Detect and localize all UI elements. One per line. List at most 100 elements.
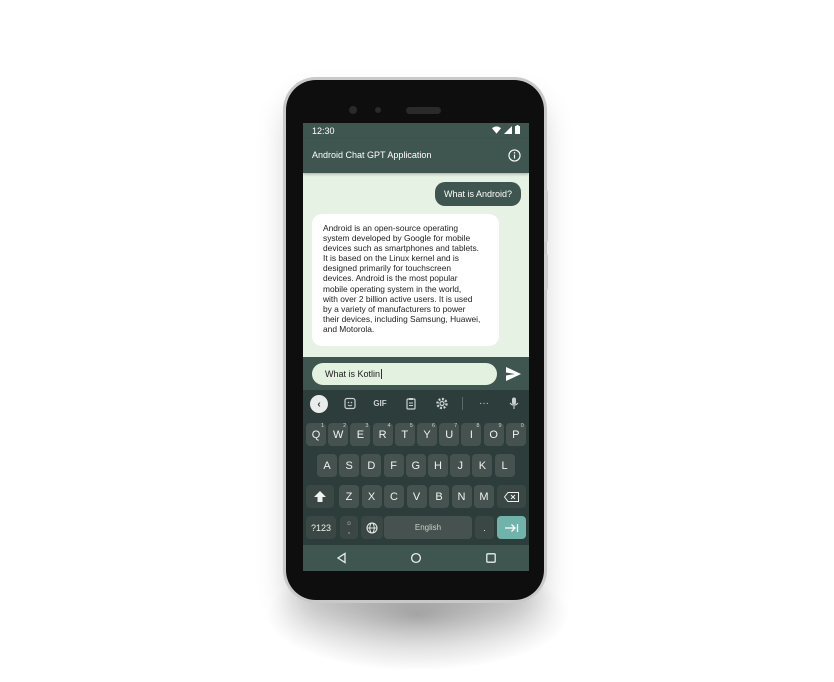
bot-message-bubble: Android is an open-source operating syst… — [312, 214, 499, 346]
key-w[interactable]: W2 — [328, 423, 349, 446]
key-number-hint: 3 — [365, 423, 369, 429]
enter-key[interactable] — [497, 516, 526, 539]
app-title: Android Chat GPT Application — [312, 150, 432, 160]
key-a[interactable]: A — [317, 454, 337, 477]
key-q[interactable]: Q1 — [306, 423, 326, 446]
bot-message-line: devices. Android is the most popular — [323, 273, 458, 284]
globe-icon — [366, 522, 378, 533]
key-c[interactable]: C — [384, 485, 404, 508]
status-bar: 12:30 — [303, 123, 529, 139]
key-label: Q — [311, 428, 321, 441]
recents-icon[interactable] — [485, 552, 497, 564]
key-label: Y — [423, 428, 431, 441]
message-composer: What is Kotlin — [303, 357, 529, 390]
key-label: I — [469, 428, 473, 441]
sticker-icon[interactable] — [343, 396, 357, 411]
key-z[interactable]: Z — [339, 485, 359, 508]
bot-message-line: mobile operating system in the world, — [323, 283, 462, 294]
status-icons — [492, 125, 520, 134]
key-i[interactable]: I8 — [461, 423, 482, 446]
symbols-key[interactable]: ?123 — [306, 516, 336, 539]
key-number-hint: 5 — [409, 423, 413, 429]
key-number-hint: 1 — [320, 423, 324, 429]
navigation-bar — [303, 545, 529, 571]
key-s[interactable]: S — [339, 454, 360, 477]
key-m[interactable]: M — [474, 485, 494, 508]
key-u[interactable]: U7 — [439, 423, 460, 446]
key-number-hint: 2 — [343, 423, 347, 429]
key-t[interactable]: T5 — [394, 423, 415, 446]
keyboard-collapse-button[interactable]: ‹ — [310, 395, 328, 413]
shift-icon — [314, 491, 326, 502]
keyboard-toolbar: ‹ GIF ··· — [303, 390, 529, 417]
key-b[interactable]: B — [429, 485, 449, 508]
emoji-hint-icon: ☺ — [345, 520, 353, 527]
bot-message-line: their devices, including Samsung, Huawei… — [323, 313, 481, 324]
key-o[interactable]: O9 — [483, 423, 504, 446]
gif-button[interactable]: GIF — [370, 396, 390, 411]
more-button[interactable]: ··· — [475, 396, 493, 411]
bot-message-line: system developed by Google for mobile — [323, 233, 471, 244]
language-key[interactable] — [361, 516, 383, 539]
volume-button — [544, 254, 548, 290]
key-number-hint: 0 — [520, 423, 524, 429]
key-y[interactable]: Y6 — [417, 423, 437, 446]
shift-key[interactable] — [306, 485, 334, 508]
key-g[interactable]: G — [405, 454, 426, 477]
key-label: E — [356, 428, 365, 441]
key-k[interactable]: K — [472, 454, 493, 477]
emoji-comma-key[interactable]: ☺ , — [340, 516, 358, 539]
backspace-key[interactable] — [497, 485, 526, 508]
period-key[interactable]: . — [475, 516, 494, 539]
message-input-value: What is Kotlin — [325, 369, 381, 379]
chat-area: What is Android? Android is an open-sour… — [303, 173, 529, 357]
key-l[interactable]: L — [494, 454, 515, 477]
signal-icon — [504, 125, 512, 134]
front-camera — [349, 106, 357, 114]
user-message-bubble: What is Android? — [434, 182, 521, 206]
key-n[interactable]: N — [451, 485, 472, 508]
gear-icon[interactable] — [435, 396, 449, 411]
key-j[interactable]: J — [450, 454, 471, 477]
wifi-icon — [492, 125, 501, 134]
key-p[interactable]: P0 — [505, 423, 526, 446]
phone-screen: 12:30 Android Chat GPT Application What … — [303, 123, 529, 571]
proximity-sensor — [375, 107, 381, 113]
bot-message-line: with over 2 billion active users. It is … — [323, 293, 473, 304]
key-label: W — [332, 428, 344, 441]
back-icon[interactable] — [336, 552, 348, 564]
key-d[interactable]: D — [361, 454, 382, 477]
key-label: T — [401, 428, 409, 441]
key-f[interactable]: F — [383, 454, 404, 477]
info-icon[interactable] — [508, 149, 521, 162]
text-caret — [381, 369, 383, 379]
bot-message-line: and Motorola. — [323, 323, 375, 334]
bot-message-line: Android is an open-source operating — [323, 223, 459, 233]
key-r[interactable]: R4 — [372, 423, 393, 446]
send-icon[interactable] — [506, 367, 521, 381]
key-number-hint: 6 — [431, 423, 435, 429]
clipboard-icon[interactable] — [404, 396, 418, 411]
key-label: O — [489, 428, 498, 441]
backspace-icon — [504, 491, 519, 502]
bot-message-line: by a variety of manufacturers to power — [323, 303, 466, 314]
power-button — [544, 190, 548, 242]
key-v[interactable]: V — [406, 485, 427, 508]
key-label: R — [378, 428, 387, 441]
key-h[interactable]: H — [428, 454, 448, 477]
battery-icon — [515, 125, 520, 134]
key-x[interactable]: X — [361, 485, 382, 508]
key-e[interactable]: E3 — [350, 423, 371, 446]
home-icon[interactable] — [410, 552, 422, 564]
key-number-hint: 7 — [454, 423, 458, 429]
key-label: P — [512, 428, 520, 441]
mic-icon[interactable] — [508, 396, 520, 411]
enter-arrow-icon — [504, 523, 518, 532]
bot-message-line: designed primarily for touchscreen — [323, 263, 452, 274]
key-number-hint: 8 — [476, 423, 480, 429]
key-number-hint: 4 — [387, 423, 391, 429]
message-input[interactable]: What is Kotlin — [312, 363, 497, 385]
soft-keyboard: ‹ GIF ··· Q1W2E3 R 4 T 5 Y 6 U 7 I 8 O 9… — [303, 390, 529, 545]
bot-message-line: devices such as smartphones and tablets. — [323, 243, 479, 254]
space-key[interactable]: English — [384, 516, 472, 539]
